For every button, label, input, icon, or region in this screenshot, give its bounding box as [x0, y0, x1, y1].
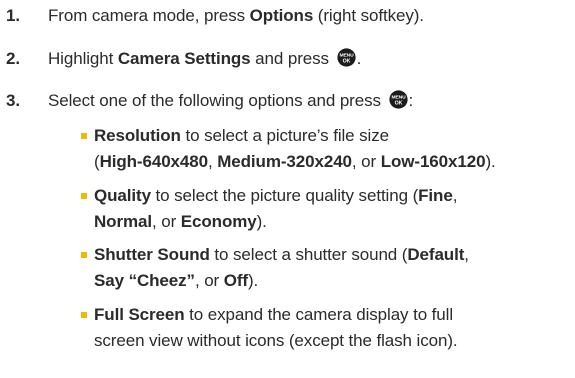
option-description: screen view without icons (except the fl…: [94, 331, 458, 350]
text-run: to select the picture quality setting (: [150, 186, 419, 205]
step-2: 2. Highlight Camera Settings and press ME…: [0, 48, 361, 70]
step-text-end: :: [408, 91, 414, 110]
step-1: 1. From camera mode, press Options (right…: [0, 5, 424, 27]
camera-settings-label: Camera Settings: [117, 49, 251, 68]
step-number: 2.: [6, 49, 20, 68]
text-run-bold: Medium-320x240: [217, 152, 352, 171]
text-run-bold: Low-160x120: [380, 152, 486, 171]
option-full-screen-line1: Full Screen to expand the camera display…: [94, 302, 453, 327]
text-run-bold: Fine: [418, 186, 453, 205]
option-quality-line2: Normal, or Economy).: [94, 209, 267, 234]
step-text-end: (right softkey).: [313, 6, 424, 25]
text-run-bold: Default: [407, 245, 465, 264]
text-run: to select a shutter sound (: [209, 245, 408, 264]
option-description: to expand the camera display to full: [184, 305, 454, 324]
option-description: to select a picture’s file size: [180, 126, 389, 145]
option-resolution-line2: (High-640x480, Medium-320x240, or Low-16…: [94, 149, 496, 174]
option-shutter-sound-line2: Say “Cheez”, or Off).: [94, 268, 258, 293]
step-text: From camera mode, press: [48, 6, 250, 25]
text-run-bold: Off: [223, 271, 248, 290]
option-label: Quality: [94, 186, 151, 205]
bullet-shutter-sound: [81, 252, 87, 258]
option-resolution-line1: Resolution to select a picture’s file si…: [94, 123, 389, 148]
text-run: , or: [351, 152, 381, 171]
text-run: ,: [452, 186, 458, 205]
text-run-bold: Normal: [94, 212, 152, 231]
step-text-middle: and press: [250, 49, 334, 68]
bullet-quality: [81, 193, 87, 199]
bullet-resolution: [81, 133, 87, 139]
step-text-end: .: [356, 49, 362, 68]
option-label: Resolution: [94, 126, 181, 145]
menu-key-bottom-label: OK: [342, 58, 350, 64]
step-number: 1.: [6, 6, 20, 25]
option-label: Full Screen: [94, 305, 185, 324]
text-run: ,: [464, 245, 469, 264]
option-shutter-sound-line1: Shutter Sound to select a shutter sound …: [94, 242, 469, 267]
menu-ok-key-icon: MENU OK: [388, 90, 408, 109]
step-text: Highlight: [48, 49, 118, 68]
text-run: ).: [256, 212, 267, 231]
menu-key-bottom-label: OK: [394, 100, 402, 106]
text-run: ,: [207, 152, 218, 171]
option-full-screen-line2: screen view without icons (except the fl…: [94, 328, 458, 353]
bullet-full-screen: [81, 312, 87, 318]
option-quality-line1: Quality to select the picture quality se…: [94, 183, 457, 208]
step-number: 3.: [6, 91, 20, 110]
step-3: 3. Select one of the following options an…: [0, 90, 413, 112]
option-label: Shutter Sound: [94, 245, 210, 264]
menu-ok-key-icon: MENU OK: [336, 48, 356, 67]
step-text: Select one of the following options and …: [48, 91, 386, 110]
text-run: , or: [194, 271, 224, 290]
text-run-bold: Economy: [180, 212, 257, 231]
text-run: ).: [485, 152, 496, 171]
text-run: , or: [151, 212, 181, 231]
text-run: ).: [248, 271, 259, 290]
text-run-bold: Say “Cheez”: [94, 271, 195, 290]
options-softkey-label: Options: [249, 6, 314, 25]
text-run-bold: High-640x480: [99, 152, 209, 171]
instruction-document: 1. From camera mode, press Options (right…: [0, 0, 575, 378]
